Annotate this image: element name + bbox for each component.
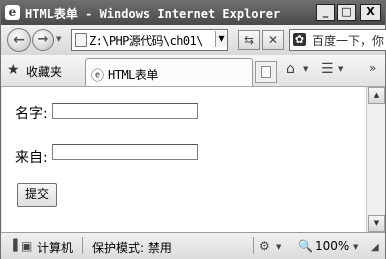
- back-arrow-icon: ←: [13, 32, 25, 48]
- favorites-label[interactable]: 收藏夹: [26, 63, 62, 80]
- resize-grip-icon[interactable]: ◢: [371, 242, 379, 253]
- refresh-icon: ⇆: [243, 33, 255, 47]
- back-button[interactable]: ←: [7, 28, 31, 52]
- manage-addons-icon[interactable]: ⚙: [259, 239, 270, 253]
- tab-html-form[interactable]: ⓔ HTML表单: [85, 58, 253, 86]
- stop-icon: ✕: [267, 33, 279, 47]
- favorites-star-icon[interactable]: ★: [7, 62, 20, 78]
- from-row: 来自:: [15, 147, 48, 167]
- page-content: 名字: 来自: 提交: [2, 87, 366, 232]
- window-title: HTML表单 - Windows Internet Explorer: [25, 7, 281, 21]
- maximize-button[interactable]: □: [337, 4, 356, 21]
- title-bar: e HTML表单 - Windows Internet Explorer _ □…: [1, 1, 385, 25]
- computer-zone-icon: ▣: [21, 239, 33, 253]
- name-row: 名字:: [15, 103, 48, 123]
- favorites-row: ★ 收藏夹 ⓔ HTML表单 ⌂ ▼ ☰ ▼ »: [1, 55, 385, 87]
- page-icon: [75, 33, 87, 47]
- security-zone: 计算机: [37, 241, 74, 255]
- address-bar[interactable]: Z:\PHP源代码\ch01\: [71, 29, 228, 51]
- status-divider: [82, 237, 83, 254]
- forward-arrow-icon: →: [37, 32, 49, 47]
- vertical-scrollbar[interactable]: ▲ ▼: [366, 87, 385, 232]
- address-url: Z:\PHP源代码\ch01\: [89, 34, 203, 48]
- name-input[interactable]: [52, 103, 198, 119]
- browser-window: e HTML表单 - Windows Internet Explorer _ □…: [0, 0, 386, 259]
- from-label: 来自:: [15, 150, 48, 166]
- refresh-button[interactable]: ⇆: [238, 30, 260, 50]
- search-text: 百度一下，你: [312, 34, 385, 48]
- address-row: ← → ▼ Z:\PHP源代码\ch01\ ▼ ⇆ ✕ ✿ 百度一下，你: [1, 25, 386, 55]
- new-tab-button[interactable]: [255, 61, 277, 83]
- ie-page-icon: ⓔ: [91, 69, 105, 84]
- stop-button[interactable]: ✕: [262, 30, 284, 50]
- status-grip-icon: ▐: [9, 239, 18, 252]
- status-divider: [253, 237, 254, 254]
- rss-feed-icon[interactable]: ☰: [321, 61, 334, 77]
- recent-pages-dropdown-icon[interactable]: ▼: [56, 35, 61, 43]
- status-bar: ▐ ▣ 计算机 保护模式: 禁用 ⚙ ▼ 🔍 100% ▼ ◢: [1, 232, 385, 259]
- from-input[interactable]: [52, 144, 198, 160]
- tab-title: HTML表单: [108, 68, 158, 82]
- forward-button[interactable]: →: [32, 29, 54, 51]
- submit-button[interactable]: 提交: [17, 183, 57, 207]
- address-dropdown-icon[interactable]: ▼: [215, 31, 227, 47]
- search-box[interactable]: ✿ 百度一下，你: [289, 29, 386, 51]
- chevron-more-icon[interactable]: »: [369, 61, 376, 75]
- name-label: 名字:: [15, 106, 48, 122]
- close-button[interactable]: X: [360, 4, 381, 21]
- addons-dropdown-icon[interactable]: ▼: [276, 243, 281, 251]
- home-icon[interactable]: ⌂: [286, 61, 295, 77]
- zoom-icon[interactable]: 🔍: [298, 239, 313, 253]
- zoom-level[interactable]: 100%: [315, 239, 349, 253]
- home-dropdown-icon[interactable]: ▼: [303, 65, 308, 73]
- protected-mode-status: 保护模式: 禁用: [92, 241, 172, 255]
- scroll-up-icon[interactable]: ▲: [368, 87, 385, 104]
- feed-dropdown-icon[interactable]: ▼: [338, 65, 343, 73]
- minimize-button[interactable]: _: [316, 4, 335, 21]
- baidu-search-icon: ✿: [293, 33, 306, 46]
- zoom-dropdown-icon[interactable]: ▼: [353, 243, 358, 251]
- ie-app-icon: e: [5, 5, 20, 20]
- scroll-down-icon[interactable]: ▼: [368, 215, 385, 232]
